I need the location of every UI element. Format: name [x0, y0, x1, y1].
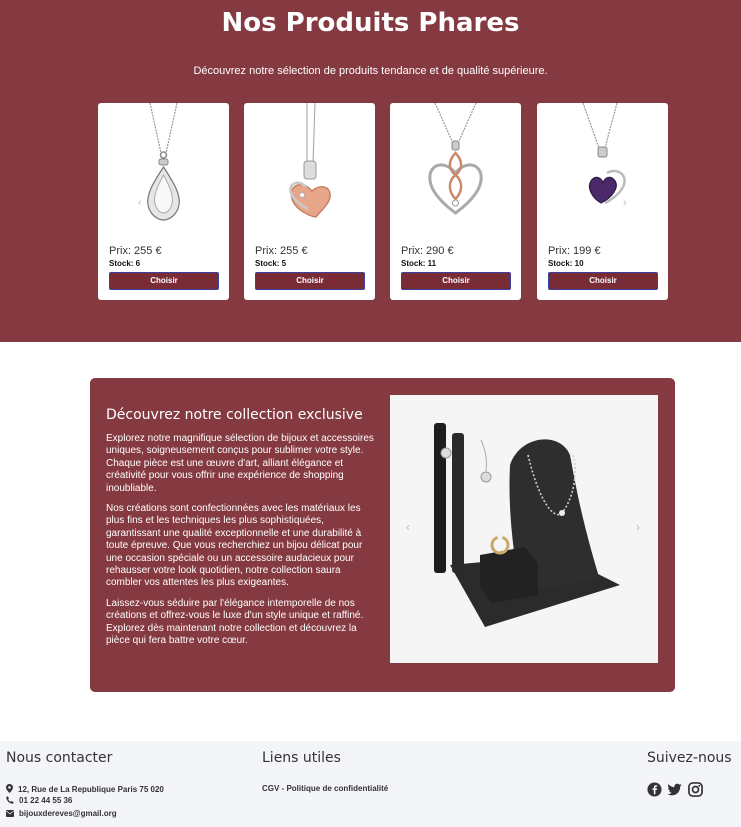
product-image	[428, 103, 483, 215]
collection-section: Découvrez notre collection exclusive Exp…	[90, 378, 675, 692]
twitter-icon[interactable]	[667, 782, 682, 797]
product-image: ‹	[138, 103, 180, 221]
email-text: bijouxdereves@gmail.org	[19, 809, 117, 818]
product-card: › Prix: 199 € Stock: 10 Choisir	[537, 103, 668, 300]
contact-address: 12, Rue de La Republique Paris 75 020	[6, 784, 164, 794]
product-card: ‹ Prix: 255 € Stock: 6 Choisir	[98, 103, 229, 300]
carousel-next-arrow: ›	[636, 520, 640, 534]
facebook-icon[interactable]	[647, 782, 662, 797]
phone-icon	[6, 796, 14, 804]
collection-paragraph: Laissez-vous séduire par l'élégance inte…	[106, 598, 364, 647]
product-card: Prix: 290 € Stock: 11 Choisir	[390, 103, 521, 300]
collection-paragraph: Nos créations sont confectionnées avec l…	[106, 503, 363, 589]
carousel-prev-arrow: ‹	[406, 520, 410, 534]
social-title: Suivez-nous	[647, 750, 732, 766]
product-price: Prix: 290 €	[401, 245, 454, 257]
hero-title: Nos Produits Phares	[221, 8, 520, 38]
svg-text:‹: ‹	[138, 197, 142, 209]
choose-button[interactable]: Choisir	[255, 272, 365, 290]
map-pin-icon	[6, 784, 13, 793]
product-image: ›	[582, 103, 627, 209]
hero-subtitle: Découvrez notre sélection de produits te…	[193, 65, 548, 77]
collection-paragraph: Explorez notre magnifique sélection de b…	[106, 433, 374, 494]
choose-button[interactable]: Choisir	[109, 272, 219, 290]
address-text: 12, Rue de La Republique Paris 75 020	[18, 785, 164, 794]
svg-text:›: ›	[623, 197, 627, 209]
product-price: Prix: 199 €	[548, 245, 601, 257]
product-stock: Stock: 11	[401, 259, 437, 268]
phone-text: 01 22 44 55 36	[19, 796, 73, 805]
choose-button[interactable]: Choisir	[548, 272, 658, 290]
product-price: Prix: 255 €	[109, 245, 162, 257]
product-stock: Stock: 6	[109, 259, 141, 268]
instagram-icon[interactable]	[688, 782, 703, 797]
choose-button[interactable]: Choisir	[401, 272, 511, 290]
contact-title: Nous contacter	[6, 750, 113, 766]
collection-title: Découvrez notre collection exclusive	[106, 407, 363, 423]
links-title: Liens utiles	[262, 750, 341, 766]
product-stock: Stock: 10	[548, 259, 584, 268]
contact-email: bijouxdereves@gmail.org	[6, 809, 117, 818]
product-image	[289, 103, 331, 218]
collection-carousel-image: ‹ ›	[390, 395, 658, 663]
product-price: Prix: 255 €	[255, 245, 308, 257]
hero-section: Nos Produits Phares Découvrez notre séle…	[0, 0, 741, 342]
cgv-privacy-link[interactable]: CGV - Politique de confidentialité	[262, 784, 388, 793]
contact-phone: 01 22 44 55 36	[6, 796, 72, 805]
envelope-icon	[6, 810, 14, 817]
footer: Nous contacter 12, Rue de La Republique …	[0, 741, 741, 827]
product-stock: Stock: 5	[255, 259, 287, 268]
product-card: Prix: 255 € Stock: 5 Choisir	[244, 103, 375, 300]
